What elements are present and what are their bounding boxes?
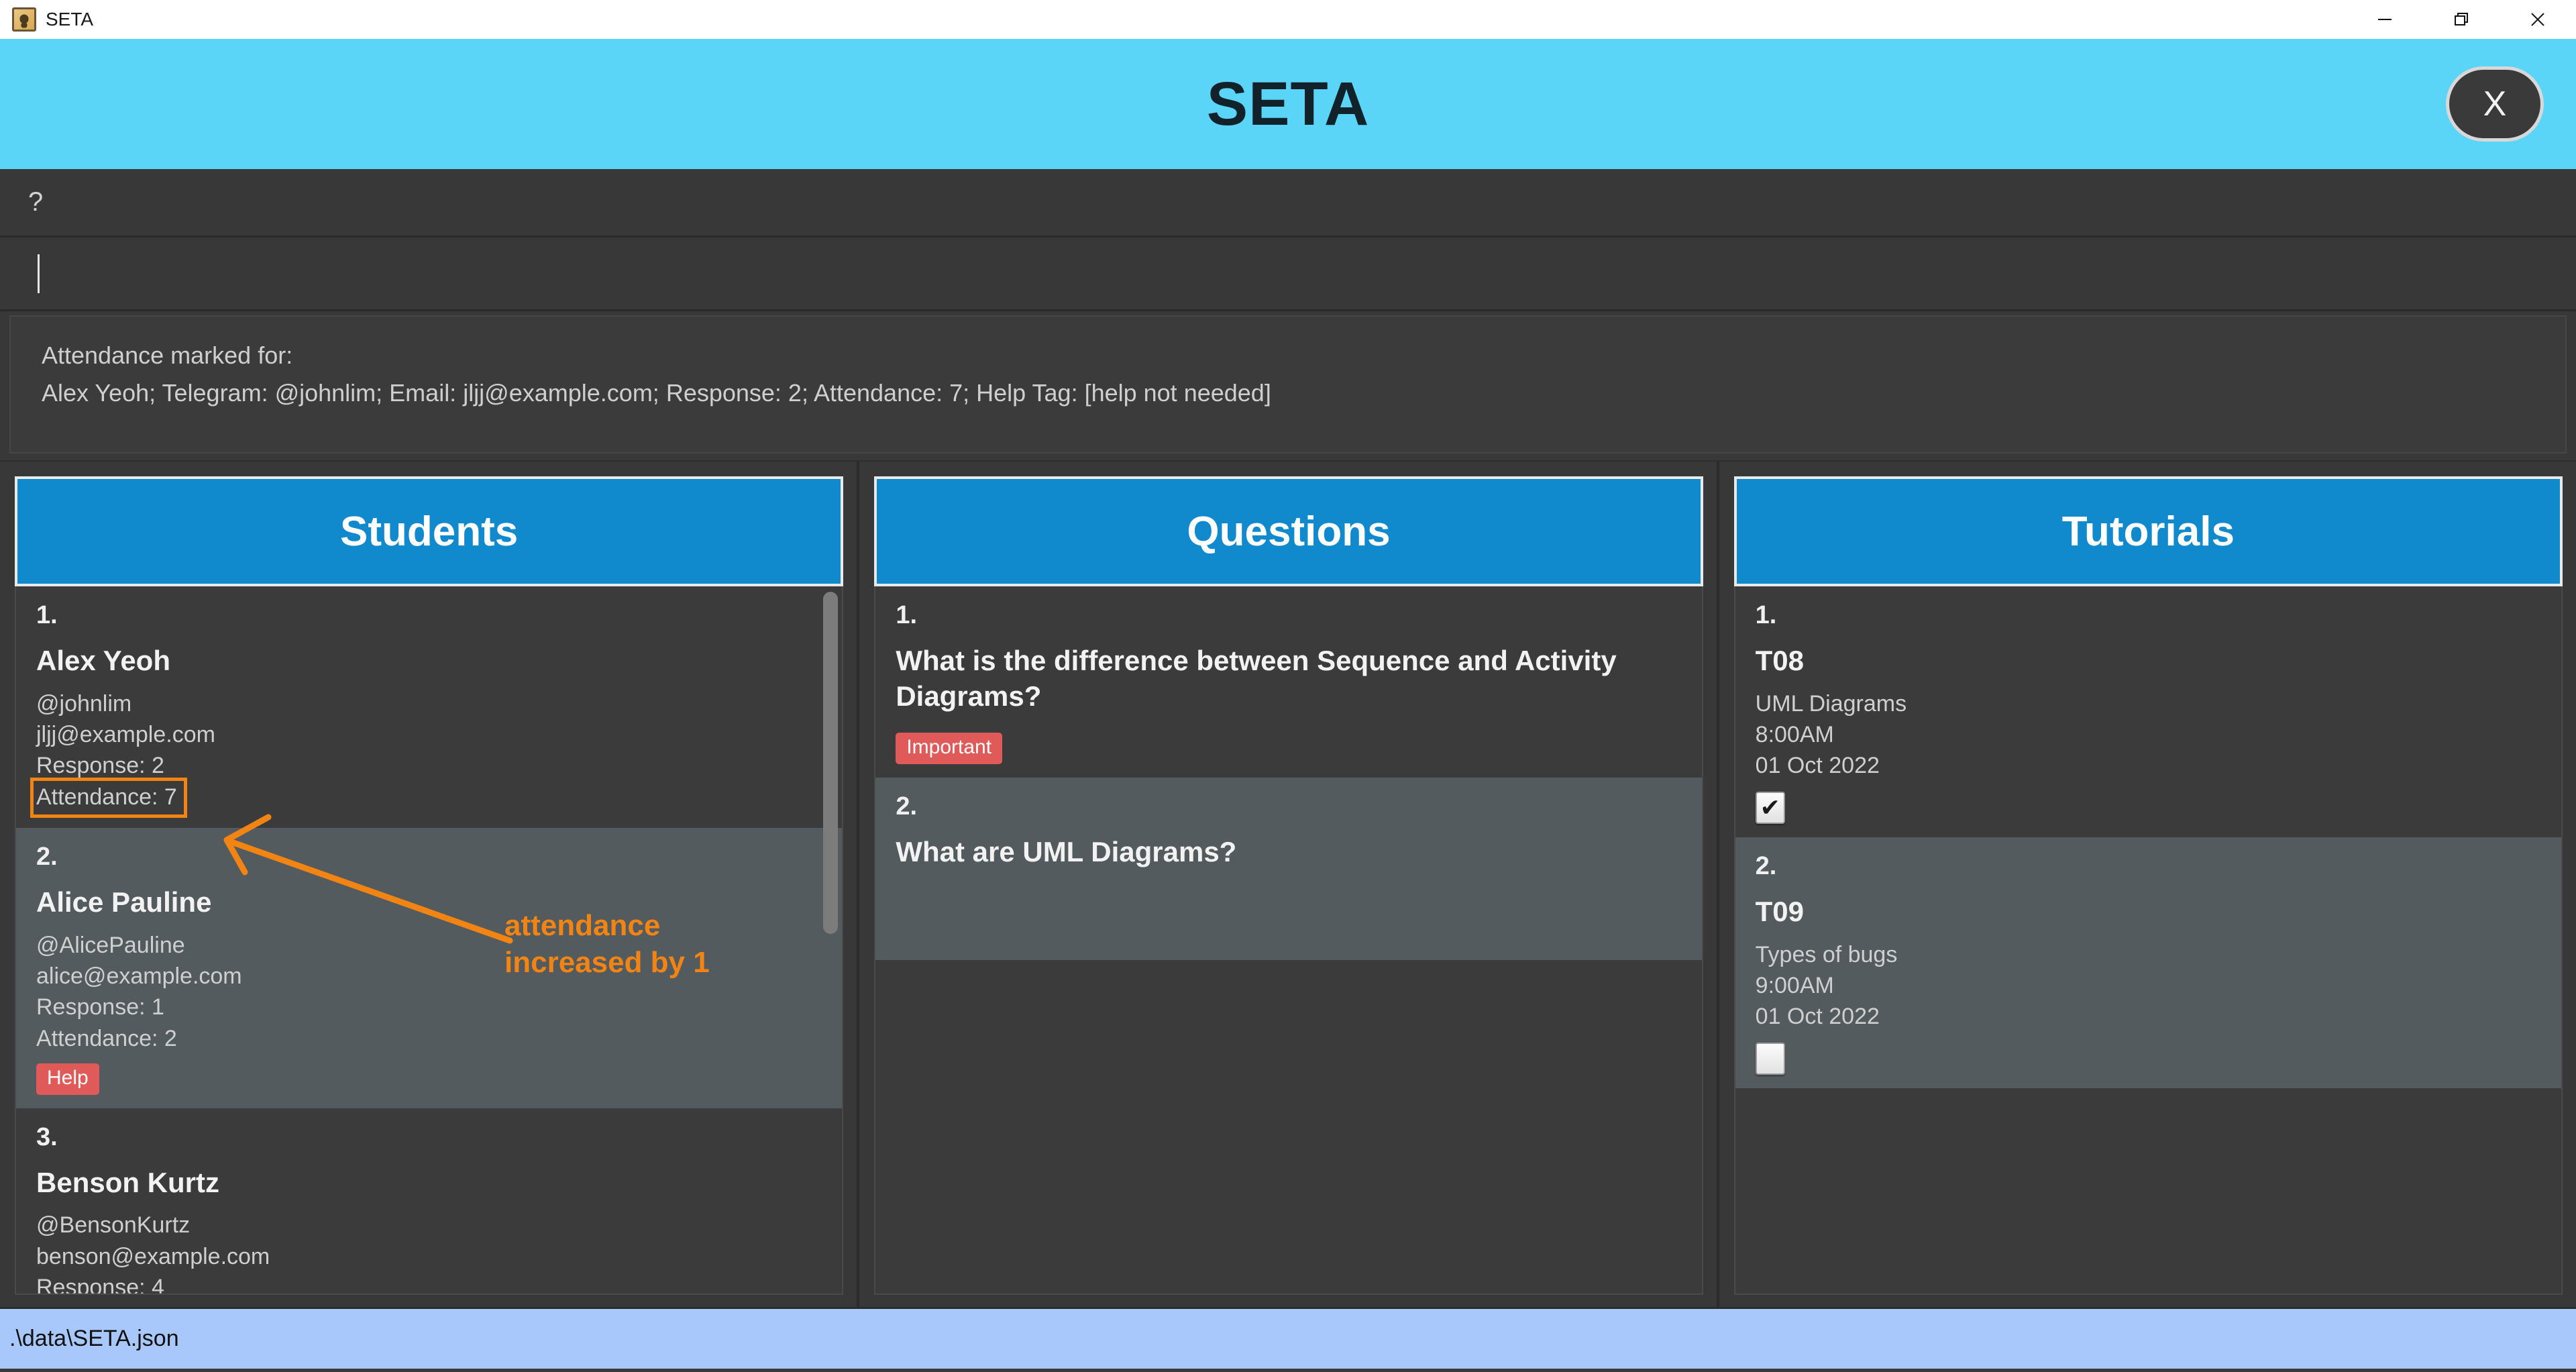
tutorial-time: 8:00AM: [1755, 721, 1834, 747]
student-telegram: @AlicePauline: [36, 932, 185, 958]
result-line-2: Alex Yeoh; Telegram: @johnlim; Email: jl…: [42, 378, 1271, 407]
list-item[interactable]: 1. What is the difference between Sequen…: [875, 586, 1702, 778]
tutorial-time: 9:00AM: [1755, 972, 1834, 998]
tutorial-checkbox-checked[interactable]: ✔: [1755, 792, 1785, 825]
list-item[interactable]: 2. T09 Types of bugs 9:00AM 01 Oct 2022: [1735, 837, 2561, 1089]
result-display: Attendance marked for: Alex Yeoh; Telegr…: [9, 315, 2567, 454]
tutorials-panel-header: Tutorials: [1733, 476, 2563, 586]
help-icon[interactable]: ?: [28, 187, 43, 217]
questions-panel-title: Questions: [1187, 508, 1391, 555]
list-item[interactable]: 2. What are UML Diagrams?: [875, 778, 1702, 960]
status-badge: Important: [896, 733, 1003, 764]
student-index: 1.: [36, 601, 58, 629]
student-response: Response: 4: [36, 1274, 164, 1295]
banner-close-button[interactable]: X: [2446, 66, 2544, 142]
student-telegram: @BensonKurtz: [36, 1212, 191, 1238]
window-title: SETA: [46, 9, 94, 30]
result-line-1: Attendance marked for:: [42, 341, 293, 369]
student-attendance: Attendance: 2: [36, 1025, 177, 1051]
question-text: What is the difference between Sequence …: [896, 645, 1617, 712]
student-response: Response: 2: [36, 752, 164, 778]
command-input[interactable]: [9, 245, 2567, 302]
list-item[interactable]: 1. T08 UML Diagrams 8:00AM 01 Oct 2022 ✔: [1735, 586, 2561, 838]
list-item[interactable]: 3. Benson Kurtz @BensonKurtz benson@exam…: [16, 1108, 843, 1295]
window-titlebar: SETA: [0, 0, 2576, 39]
tutorial-index: 1.: [1755, 601, 1777, 629]
tutorials-list[interactable]: 1. T08 UML Diagrams 8:00AM 01 Oct 2022 ✔…: [1733, 586, 2563, 1295]
student-name: Alice Pauline: [36, 886, 212, 918]
tutorial-code: T08: [1755, 645, 1805, 676]
tutorial-topic: Types of bugs: [1755, 941, 1898, 967]
student-name: Benson Kurtz: [36, 1166, 219, 1198]
students-list[interactable]: 1. Alex Yeoh @johnlim jljj@example.com R…: [15, 586, 844, 1295]
student-telegram: @johnlim: [36, 690, 132, 717]
student-email: alice@example.com: [36, 963, 242, 990]
questions-panel-header: Questions: [874, 476, 1703, 586]
tutorials-panel-title: Tutorials: [2061, 508, 2235, 555]
result-display-wrapper: Attendance marked for: Alex Yeoh; Telegr…: [0, 311, 2576, 460]
student-index: 3.: [36, 1122, 58, 1151]
tutorial-checkbox-unchecked[interactable]: [1755, 1043, 1785, 1075]
app-banner: SETA X: [0, 39, 2576, 169]
minimize-icon: [2378, 19, 2392, 20]
student-name: Alex Yeoh: [36, 645, 170, 676]
student-email: jljj@example.com: [36, 721, 215, 747]
questions-list[interactable]: 1. What is the difference between Sequen…: [874, 586, 1703, 1295]
statusbar: .\data\SETA.json: [0, 1307, 2576, 1369]
app-title: SETA: [1206, 69, 1370, 138]
list-item[interactable]: 1. Alex Yeoh @johnlim jljj@example.com R…: [16, 586, 843, 829]
tutorial-code: T09: [1755, 896, 1805, 928]
student-email: benson@example.com: [36, 1243, 270, 1269]
status-badge: Help: [36, 1063, 99, 1095]
close-button[interactable]: [2500, 0, 2576, 39]
command-input-wrapper: [0, 238, 2576, 311]
questions-panel: Questions 1. What is the difference betw…: [857, 462, 1716, 1307]
student-attendance: Attendance: 7: [30, 778, 187, 819]
students-panel: Students 1. Alex Yeoh @johnlim jljj@exam…: [0, 462, 857, 1307]
students-panel-title: Students: [340, 508, 519, 555]
maximize-button[interactable]: [2423, 0, 2500, 39]
question-index: 2.: [896, 792, 918, 821]
minimize-button[interactable]: [2347, 0, 2423, 39]
tutorial-topic: UML Diagrams: [1755, 690, 1907, 717]
student-index: 2.: [36, 843, 58, 872]
close-icon: [2531, 13, 2544, 26]
window-controls: [2347, 0, 2576, 39]
tutorials-panel: Tutorials 1. T08 UML Diagrams 8:00AM 01 …: [1716, 462, 2576, 1307]
question-index: 1.: [896, 601, 918, 629]
save-file-path: .\data\SETA.json: [9, 1326, 179, 1351]
question-text: What are UML Diagrams?: [896, 836, 1237, 867]
address-book-icon: [12, 7, 36, 32]
student-response: Response: 1: [36, 994, 164, 1020]
panels-container: Students 1. Alex Yeoh @johnlim jljj@exam…: [0, 460, 2576, 1307]
tutorial-date: 01 Oct 2022: [1755, 752, 1880, 778]
students-panel-header: Students: [15, 476, 844, 586]
help-row: ?: [0, 169, 2576, 238]
tutorial-index: 2.: [1755, 852, 1777, 881]
restore-icon: [2455, 13, 2468, 25]
list-item[interactable]: 2. Alice Pauline @AlicePauline alice@exa…: [16, 828, 843, 1108]
students-scrollbar[interactable]: [823, 592, 839, 934]
text-caret: [38, 254, 40, 293]
tutorial-date: 01 Oct 2022: [1755, 1004, 1880, 1030]
